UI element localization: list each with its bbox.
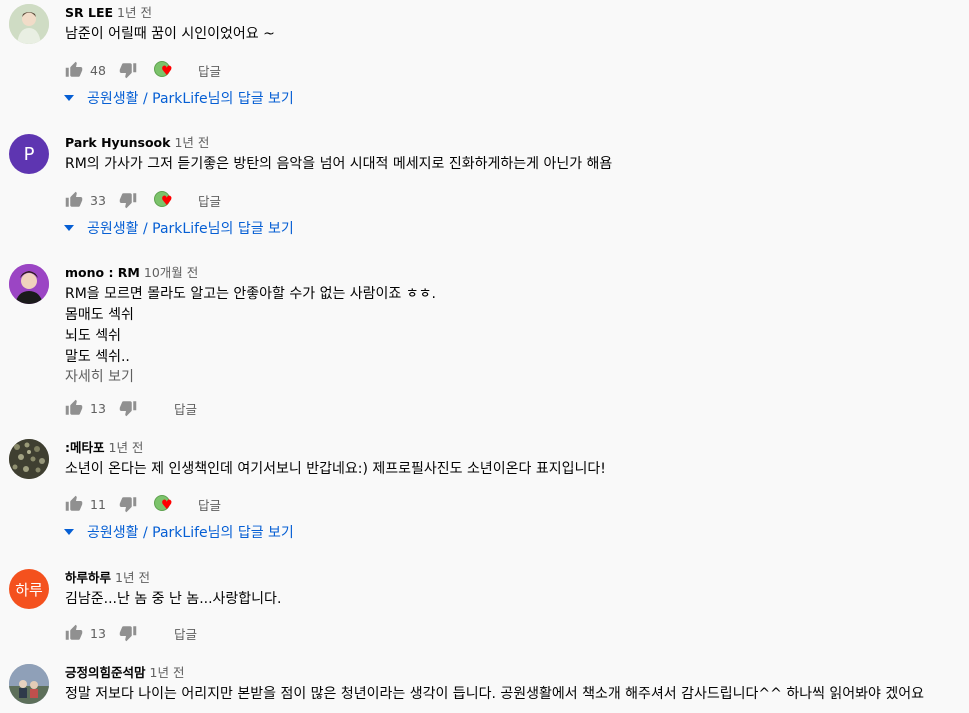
author-name[interactable]: 하루하루 (65, 570, 111, 585)
heart-icon: ♥ (161, 194, 173, 209)
thumb-up-icon[interactable] (64, 398, 84, 418)
comment-text: 정말 저보다 나이는 어리지만 본받을 점이 많은 청년이라는 생각이 듭니다.… (65, 686, 925, 702)
comment-header: Park Hyunsook 1년 전 (65, 134, 209, 151)
view-replies-button[interactable]: 공원생활 / ParkLife 님의 답글 보기 (63, 88, 294, 108)
thumb-down-icon[interactable] (118, 623, 138, 643)
view-replies-button[interactable]: 공원생활 / ParkLife 님의 답글 보기 (63, 522, 294, 542)
thumb-down-icon[interactable] (118, 398, 138, 418)
creator-heart-icon: ♥ (154, 189, 178, 211)
avatar[interactable] (9, 4, 49, 44)
caret-down-icon (63, 92, 75, 104)
comment-text: 남준이 어릴때 꿈이 시인이었어요 ~ (65, 26, 275, 42)
comment-actions: 11 ♥ 답글 (64, 492, 221, 516)
comments-section: SR LEE 1년 전 남준이 어릴때 꿈이 시인이었어요 ~ 48 ♥ 답글 공… (0, 0, 969, 713)
avatar-photo-icon (9, 264, 49, 304)
caret-down-icon (63, 222, 75, 234)
published-time[interactable]: 1년 전 (115, 570, 150, 585)
reply-channel-name: 공원생활 / ParkLife (87, 525, 208, 541)
comment-actions: 33 ♥ 답글 (64, 188, 221, 212)
avatar-photo-icon (9, 4, 49, 44)
thumb-up-icon[interactable] (64, 60, 84, 80)
avatar-photo-icon (9, 439, 49, 479)
view-replies-label: 님의 답글 보기 (207, 221, 294, 237)
like-count: 11 (90, 496, 106, 512)
reply-button[interactable]: 답글 (198, 61, 221, 80)
reply-channel-name: 공원생활 / ParkLife (87, 221, 208, 237)
author-name[interactable]: Park Hyunsook (65, 135, 170, 150)
reply-button[interactable]: 답글 (198, 191, 221, 210)
comment-text: RM의 가사가 그저 듣기좋은 방탄의 음악을 넘어 시대적 메세지로 진화하게… (65, 156, 613, 172)
author-name[interactable]: mono : RM (65, 265, 140, 280)
author-name[interactable]: SR LEE (65, 5, 113, 20)
comment-header: mono : RM 10개월 전 (65, 264, 198, 281)
comment-text: RM을 모르면 몰라도 알고는 안좋아할 수가 없는 사람이죠 ㅎㅎ. 몸매도 … (65, 286, 436, 365)
comment-actions: 48 ♥ 답글 (64, 58, 221, 82)
published-time[interactable]: 1년 전 (109, 440, 144, 455)
view-replies-label: 님의 답글 보기 (207, 91, 294, 107)
comment-header: :메타포 1년 전 (65, 439, 143, 456)
comment-header: 긍정의힘준석맘 1년 전 (65, 664, 184, 681)
comment-text: 김남준...난 놈 중 난 놈...사랑합니다. (65, 591, 282, 607)
comment-header: 하루하루 1년 전 (65, 569, 150, 586)
thumb-down-icon[interactable] (118, 60, 138, 80)
avatar-photo-icon (9, 664, 49, 704)
thumb-down-icon[interactable] (118, 190, 138, 210)
reply-button[interactable]: 답글 (198, 495, 221, 514)
avatar[interactable] (9, 664, 49, 704)
published-time[interactable]: 1년 전 (174, 135, 209, 150)
like-count: 13 (90, 625, 106, 641)
heart-icon: ♥ (161, 498, 173, 513)
like-count: 13 (90, 400, 106, 416)
author-name[interactable]: 긍정의힘준석맘 (65, 665, 146, 680)
caret-down-icon (63, 526, 75, 538)
published-time[interactable]: 10개월 전 (144, 265, 198, 280)
avatar[interactable] (9, 264, 49, 304)
published-time[interactable]: 1년 전 (150, 665, 185, 680)
read-more-link[interactable]: 자세히 보기 (65, 367, 134, 387)
comment-header: SR LEE 1년 전 (65, 4, 152, 21)
reply-channel-name: 공원생활 / ParkLife (87, 91, 208, 107)
comment-text: 소년이 온다는 제 인생책인데 여기서보니 반갑네요:) 제프로필사진도 소년이… (65, 461, 606, 477)
thumb-down-icon[interactable] (118, 494, 138, 514)
comment-actions: 13 답글 (64, 621, 197, 645)
thumb-up-icon[interactable] (64, 623, 84, 643)
thumb-up-icon[interactable] (64, 190, 84, 210)
avatar[interactable]: 하루 (9, 569, 49, 609)
avatar-letter: P (23, 143, 35, 165)
avatar[interactable] (9, 439, 49, 479)
reply-button[interactable]: 답글 (174, 624, 197, 643)
comment-actions: 13 답글 (64, 396, 197, 420)
view-replies-label: 님의 답글 보기 (207, 525, 294, 541)
reply-button[interactable]: 답글 (174, 399, 197, 418)
like-count: 33 (90, 192, 106, 208)
published-time[interactable]: 1년 전 (117, 5, 152, 20)
avatar-letter: 하루 (15, 580, 43, 599)
avatar[interactable]: P (9, 134, 49, 174)
view-replies-button[interactable]: 공원생활 / ParkLife 님의 답글 보기 (63, 218, 294, 238)
creator-heart-icon: ♥ (154, 493, 178, 515)
heart-icon: ♥ (161, 64, 173, 79)
creator-heart-icon: ♥ (154, 59, 178, 81)
like-count: 48 (90, 62, 106, 78)
thumb-up-icon[interactable] (64, 494, 84, 514)
author-name[interactable]: :메타포 (65, 440, 105, 455)
